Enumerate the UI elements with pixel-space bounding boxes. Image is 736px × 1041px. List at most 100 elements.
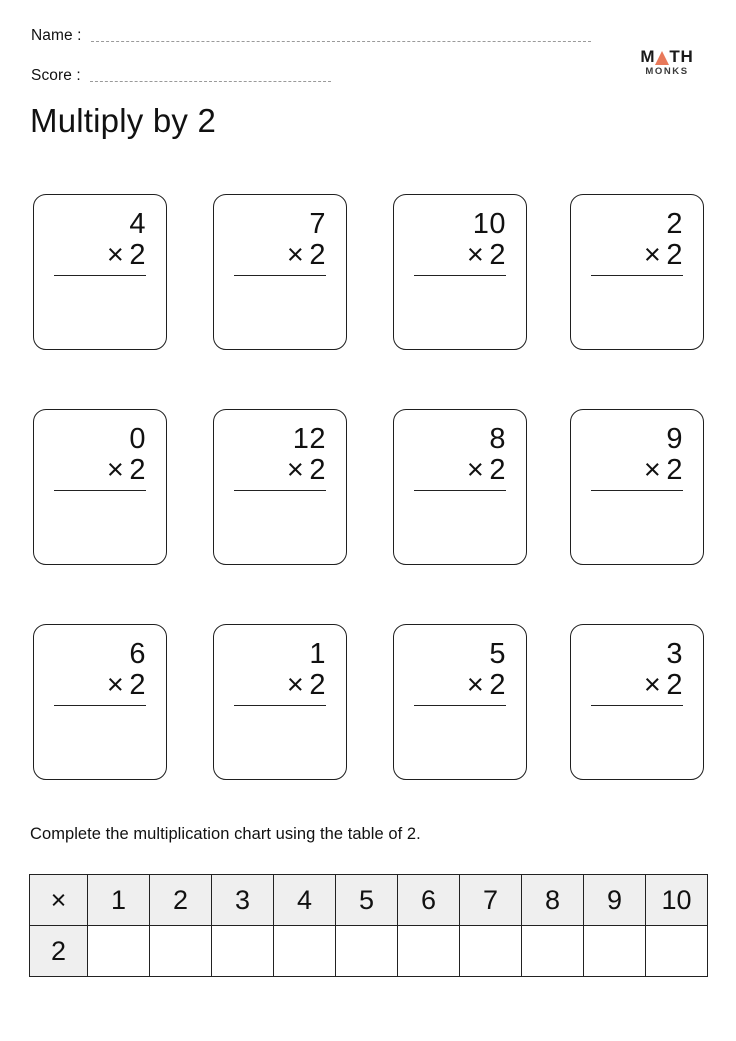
multiplier: 2 xyxy=(666,454,683,487)
chart-answer-cell[interactable] xyxy=(273,925,336,977)
problem-card[interactable]: 9 × 2 xyxy=(570,409,704,565)
problem-card[interactable]: 7 × 2 xyxy=(213,194,347,350)
problem-card[interactable]: 4 × 2 xyxy=(33,194,167,350)
chart-answer-cell[interactable] xyxy=(583,925,646,977)
chart-row-header: 2 xyxy=(29,925,88,977)
multiplier: 2 xyxy=(309,239,326,272)
worksheet-page: Name : Score : M TH MONKS Multiply by 2 … xyxy=(0,0,736,1041)
orange-triangle-a-icon xyxy=(655,50,670,65)
score-label: Score : xyxy=(31,67,81,84)
problem-card[interactable]: 12 × 2 xyxy=(213,409,347,565)
problem-grid: 4 × 2 7 × 2 10 × 2 2 × 2 0 × 2 12 × 2 8 … xyxy=(0,194,736,839)
logo-subtext: MONKS xyxy=(645,66,689,77)
problem-card[interactable]: 5 × 2 xyxy=(393,624,527,780)
problem-row: 0 × 2 12 × 2 8 × 2 9 × 2 xyxy=(0,409,736,624)
multiply-icon: × xyxy=(643,669,662,702)
chart-answer-cell[interactable] xyxy=(459,925,522,977)
multiplier-line: × 2 xyxy=(54,239,146,271)
problem-row: 6 × 2 1 × 2 5 × 2 3 × 2 xyxy=(0,624,736,839)
problem-card[interactable]: 1 × 2 xyxy=(213,624,347,780)
answer-rule[interactable] xyxy=(234,704,326,706)
answer-rule[interactable] xyxy=(591,489,683,491)
logo-text-after: TH xyxy=(669,47,694,66)
multiply-icon: × xyxy=(106,454,125,487)
multiply-icon: × xyxy=(643,454,662,487)
multiplier: 2 xyxy=(489,454,506,487)
multiply-icon: × xyxy=(106,239,125,272)
chart-col-header: 9 xyxy=(583,874,646,926)
multiplier-line: × 2 xyxy=(54,669,146,701)
chart-answer-cell[interactable] xyxy=(521,925,584,977)
answer-rule[interactable] xyxy=(234,489,326,491)
logo-wordmark: M TH xyxy=(624,48,710,65)
multiply-icon: × xyxy=(643,239,662,272)
multiplicand: 0 xyxy=(129,423,146,455)
multiplier: 2 xyxy=(666,239,683,272)
chart-answer-cell[interactable] xyxy=(87,925,150,977)
score-write-line[interactable] xyxy=(89,80,331,82)
chart-col-header: 1 xyxy=(87,874,150,926)
score-field-row: Score : xyxy=(31,68,331,84)
answer-rule[interactable] xyxy=(54,274,146,276)
problem-card[interactable]: 3 × 2 xyxy=(570,624,704,780)
chart-answer-cell[interactable] xyxy=(211,925,274,977)
multiplier: 2 xyxy=(129,239,146,272)
multiplier-line: × 2 xyxy=(414,454,506,486)
multiplicand: 10 xyxy=(472,208,506,240)
name-field-row: Name : xyxy=(31,28,591,44)
multiplier: 2 xyxy=(309,669,326,702)
multiplier-line: × 2 xyxy=(591,239,683,271)
name-label: Name : xyxy=(31,27,82,44)
multiply-icon: × xyxy=(466,454,485,487)
multiplier: 2 xyxy=(129,454,146,487)
answer-rule[interactable] xyxy=(414,274,506,276)
multiplier-line: × 2 xyxy=(591,454,683,486)
chart-answer-cell[interactable] xyxy=(335,925,398,977)
chart-col-header: 8 xyxy=(521,874,584,926)
multiply-icon: × xyxy=(286,454,305,487)
multiplicand: 1 xyxy=(309,638,326,670)
chart-answer-cell[interactable] xyxy=(645,925,708,977)
multiplicand: 3 xyxy=(666,638,683,670)
problem-row: 4 × 2 7 × 2 10 × 2 2 × 2 xyxy=(0,194,736,409)
multiply-icon: × xyxy=(286,669,305,702)
multiplier-line: × 2 xyxy=(591,669,683,701)
chart-answer-cell[interactable] xyxy=(149,925,212,977)
multiplier-line: × 2 xyxy=(414,239,506,271)
problem-card[interactable]: 8 × 2 xyxy=(393,409,527,565)
problem-card[interactable]: 6 × 2 xyxy=(33,624,167,780)
chart-body-row: 2 xyxy=(29,925,708,977)
answer-rule[interactable] xyxy=(414,489,506,491)
answer-rule[interactable] xyxy=(234,274,326,276)
multiplicand: 9 xyxy=(666,423,683,455)
multiplier-line: × 2 xyxy=(414,669,506,701)
name-write-line[interactable] xyxy=(90,40,591,42)
multiplier-line: × 2 xyxy=(54,454,146,486)
multiply-icon: × xyxy=(106,669,125,702)
problem-card[interactable]: 2 × 2 xyxy=(570,194,704,350)
multiplicand: 8 xyxy=(489,423,506,455)
multiplier: 2 xyxy=(129,669,146,702)
multiplicand: 4 xyxy=(129,208,146,240)
answer-rule[interactable] xyxy=(591,274,683,276)
chart-col-header: 6 xyxy=(397,874,460,926)
chart-corner-multiply-icon: × xyxy=(29,874,88,926)
chart-answer-cell[interactable] xyxy=(397,925,460,977)
multiplier-line: × 2 xyxy=(234,239,326,271)
chart-header-row: × 1 2 3 4 5 6 7 8 9 10 xyxy=(29,874,708,926)
multiplier: 2 xyxy=(489,239,506,272)
answer-rule[interactable] xyxy=(414,704,506,706)
answer-rule[interactable] xyxy=(591,704,683,706)
multiply-icon: × xyxy=(286,239,305,272)
multiply-icon: × xyxy=(466,239,485,272)
answer-rule[interactable] xyxy=(54,489,146,491)
multiplicand: 6 xyxy=(129,638,146,670)
logo-text-before: M xyxy=(640,47,656,66)
chart-col-header: 2 xyxy=(149,874,212,926)
answer-rule[interactable] xyxy=(54,704,146,706)
chart-instruction: Complete the multiplication chart using … xyxy=(30,825,421,843)
multiplicand: 7 xyxy=(309,208,326,240)
problem-card[interactable]: 0 × 2 xyxy=(33,409,167,565)
problem-card[interactable]: 10 × 2 xyxy=(393,194,527,350)
chart-col-header: 4 xyxy=(273,874,336,926)
